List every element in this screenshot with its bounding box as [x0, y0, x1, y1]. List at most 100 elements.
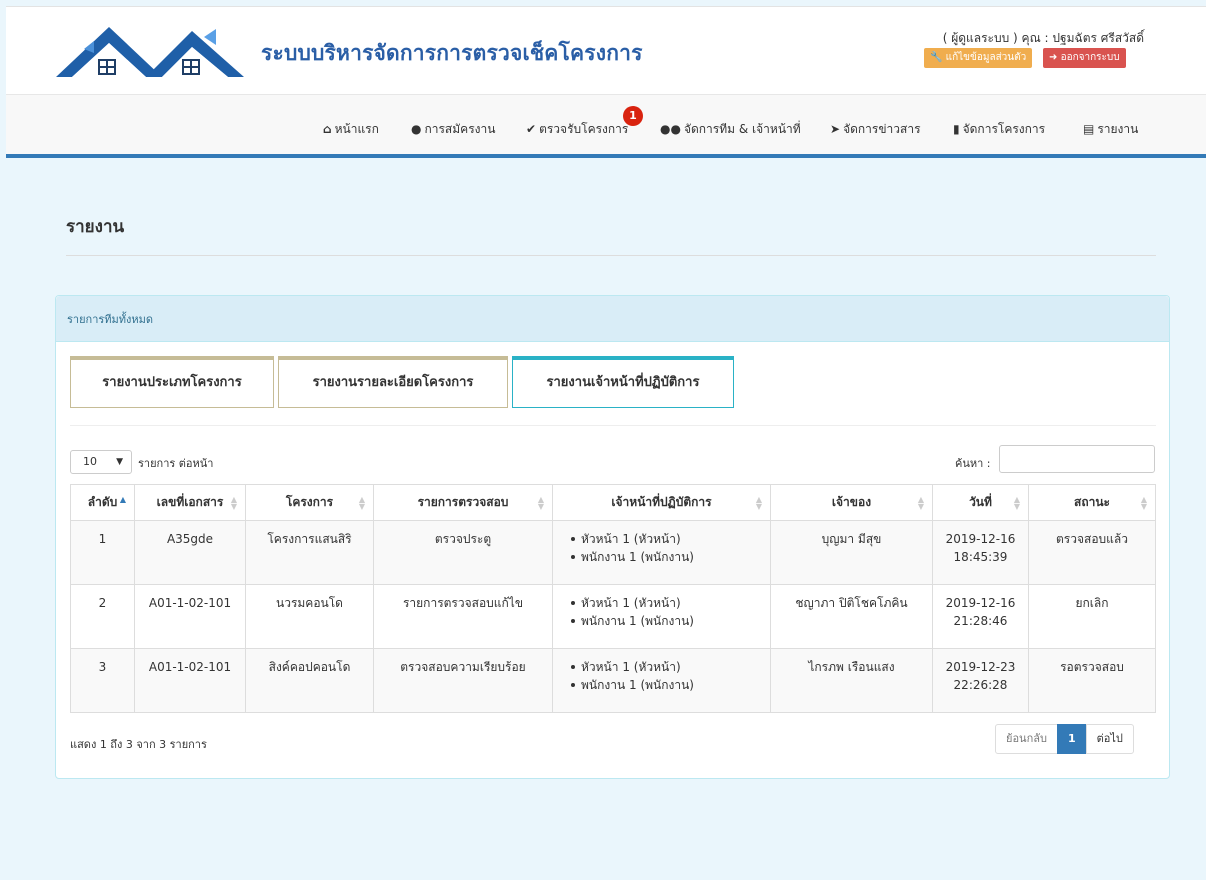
sort-icon: ▲ ▼: [917, 495, 924, 511]
nav-news[interactable]: ➤ จัดการข่าวสาร: [830, 120, 921, 139]
cell-project: สิงค์คอปคอนโด: [245, 648, 374, 713]
cell-status: รอตรวจสอบ: [1028, 648, 1156, 713]
page-length-value: 10: [83, 455, 97, 468]
tab-project-detail[interactable]: รายงานรายละเอียดโครงการ: [278, 356, 508, 408]
date-value: 2019-12-16: [945, 596, 1016, 610]
nav-check[interactable]: ✔ ตรวจรับโครงการ: [526, 120, 628, 139]
cell-status: ยกเลิก: [1028, 584, 1156, 649]
sort-icon: ▲ ▼: [230, 495, 237, 511]
tab-project-type[interactable]: รายงานประเภทโครงการ: [70, 356, 274, 408]
column-header-status[interactable]: สถานะ ▲ ▼: [1028, 484, 1156, 521]
nav-project[interactable]: ▮ จัดการโครงการ: [953, 120, 1045, 139]
time-value: 22:26:28: [953, 678, 1008, 692]
notification-badge: 1: [623, 106, 643, 126]
logout-label: ออกจากระบบ: [1060, 52, 1120, 63]
page-length-label: รายการ ต่อหน้า: [138, 457, 214, 470]
sort-icon: ▲ ▼: [1140, 495, 1147, 511]
panel-heading: รายการทีมทั้งหมด: [56, 296, 1169, 342]
column-header-owner[interactable]: เจ้าของ ▲ ▼: [770, 484, 933, 521]
column-header-label: รายการตรวจสอบ: [417, 495, 509, 509]
table-info: แสดง 1 ถึง 3 จาก 3 รายการ: [70, 738, 207, 751]
table-header-row: ลำดับ ▲ เลขที่เอกสาร ▲ ▼ โครงการ ▲ ▼ รายการตร…: [70, 484, 1156, 521]
cell-owner: ไกรภพ เรือนแสง: [770, 648, 933, 713]
sort-icon: ▲ ▼: [1013, 495, 1020, 511]
nav-check-label: ตรวจรับโครงการ: [539, 122, 629, 136]
table-row: 2 A01-1-02-101 นวรมคอนโด รายการตรวจสอบแก…: [70, 584, 1156, 649]
prev-page-button[interactable]: ย้อนกลับ: [995, 724, 1058, 754]
nav-report-label: รายงาน: [1097, 122, 1139, 136]
sort-icon: ▲ ▼: [755, 495, 762, 511]
column-header-no[interactable]: ลำดับ ▲: [70, 484, 135, 521]
nav-report[interactable]: ▤ รายงาน: [1083, 120, 1138, 139]
check-icon: ✔: [526, 122, 537, 136]
time-value: 21:28:46: [953, 614, 1008, 628]
divider: [70, 425, 1156, 426]
sort-icon: ▲ ▼: [537, 495, 544, 511]
page-1-button[interactable]: 1: [1056, 724, 1087, 754]
nav-news-label: จัดการข่าวสาร: [843, 122, 921, 136]
cell-no: 2: [70, 584, 135, 649]
bar-chart-icon: ▤: [1083, 122, 1095, 136]
column-header-date[interactable]: วันที่ ▲ ▼: [932, 484, 1029, 521]
edit-profile-button[interactable]: 🔧 แก้ไขข้อมูลส่วนตัว: [924, 48, 1033, 68]
next-page-button[interactable]: ต่อไป: [1085, 724, 1134, 754]
divider: [66, 255, 1156, 256]
nav-apply-label: การสมัครงาน: [424, 122, 496, 136]
home-icon: ⌂: [323, 122, 332, 136]
nav-team-label: จัดการทีม & เจ้าหน้าที่: [683, 122, 801, 136]
staff-entry: พนักงาน 1 (พนักงาน): [569, 676, 770, 694]
cell-item: ตรวจประตู: [373, 520, 553, 585]
site-title: ระบบบริหารจัดการการตรวจเช็คโครงการ: [261, 41, 643, 65]
column-header-item[interactable]: รายการตรวจสอบ ▲ ▼: [373, 484, 553, 521]
edit-profile-label: แก้ไขข้อมูลส่วนตัว: [945, 52, 1027, 63]
column-header-label: เลขที่เอกสาร: [156, 495, 224, 509]
staff-entry: หัวหน้า 1 (หัวหน้า): [569, 594, 770, 612]
sort-asc-icon: ▲: [119, 495, 126, 504]
nav-home[interactable]: ⌂ หน้าแรก: [323, 120, 379, 139]
column-header-doc[interactable]: เลขที่เอกสาร ▲ ▼: [134, 484, 246, 521]
cell-date: 2019-12-23 22:26:28: [932, 648, 1029, 713]
cell-doc: A35gde: [134, 520, 246, 585]
nav-apply[interactable]: ● การสมัครงาน: [411, 120, 495, 139]
column-header-label: เจ้าหน้าที่ปฏิบัติการ: [611, 495, 712, 509]
cell-project: นวรมคอนโด: [245, 584, 374, 649]
column-header-project[interactable]: โครงการ ▲ ▼: [245, 484, 374, 521]
user-info: ( ผู้ดูแลระบบ ) คุณ : ปฐมฉัตร ศรีสวัสดิ์: [942, 31, 1144, 45]
staff-entry: พนักงาน 1 (พนักงาน): [569, 548, 770, 566]
column-header-label: วันที่: [969, 495, 992, 509]
column-header-label: ลำดับ: [87, 495, 118, 509]
cell-date: 2019-12-16 18:45:39: [932, 520, 1029, 585]
page-length-select[interactable]: 10 ▼: [70, 450, 132, 474]
logout-button[interactable]: ➜ ออกจากระบบ: [1043, 48, 1126, 68]
time-value: 18:45:39: [953, 550, 1008, 564]
cell-no: 3: [70, 648, 135, 713]
column-header-label: สถานะ: [1074, 495, 1110, 509]
cell-status: ตรวจสอบแล้ว: [1028, 520, 1156, 585]
paper-plane-icon: ➤: [830, 122, 841, 136]
cell-doc: A01-1-02-101: [134, 648, 246, 713]
search-input[interactable]: [999, 445, 1155, 473]
cell-staff: หัวหน้า 1 (หัวหน้า) พนักงาน 1 (พนักงาน): [552, 520, 771, 585]
cell-item: รายการตรวจสอบแก้ไข: [373, 584, 553, 649]
nav-team[interactable]: ●● จัดการทีม & เจ้าหน้าที่: [660, 120, 801, 139]
date-value: 2019-12-23: [945, 660, 1016, 674]
wrench-icon: 🔧: [930, 52, 943, 63]
page-title: รายงาน: [66, 217, 125, 237]
date-value: 2019-12-16: [945, 532, 1016, 546]
tab-staff-report[interactable]: รายงานเจ้าหน้าที่ปฏิบัติการ: [512, 356, 734, 408]
cell-item: ตรวจสอบความเรียบร้อย: [373, 648, 553, 713]
cell-date: 2019-12-16 21:28:46: [932, 584, 1029, 649]
cell-owner: ชญาภา ปิติโชคโภคิน: [770, 584, 933, 649]
staff-entry: หัวหน้า 1 (หัวหน้า): [569, 530, 770, 548]
user-icon: ●: [411, 122, 422, 136]
sort-icon: ▲ ▼: [358, 495, 365, 511]
cell-staff: หัวหน้า 1 (หัวหน้า) พนักงาน 1 (พนักงาน): [552, 648, 771, 713]
chevron-down-icon: ▼: [116, 457, 123, 467]
logo-houses-icon[interactable]: [54, 19, 254, 79]
column-header-staff[interactable]: เจ้าหน้าที่ปฏิบัติการ ▲ ▼: [552, 484, 771, 521]
table-row: 1 A35gde โครงการแสนสิริ ตรวจประตู หัวหน้…: [70, 520, 1156, 585]
column-header-label: โครงการ: [285, 495, 334, 509]
pagination: ย้อนกลับ 1 ต่อไป: [995, 724, 1134, 754]
nav-home-label: หน้าแรก: [334, 122, 379, 136]
column-header-label: เจ้าของ: [831, 495, 872, 509]
